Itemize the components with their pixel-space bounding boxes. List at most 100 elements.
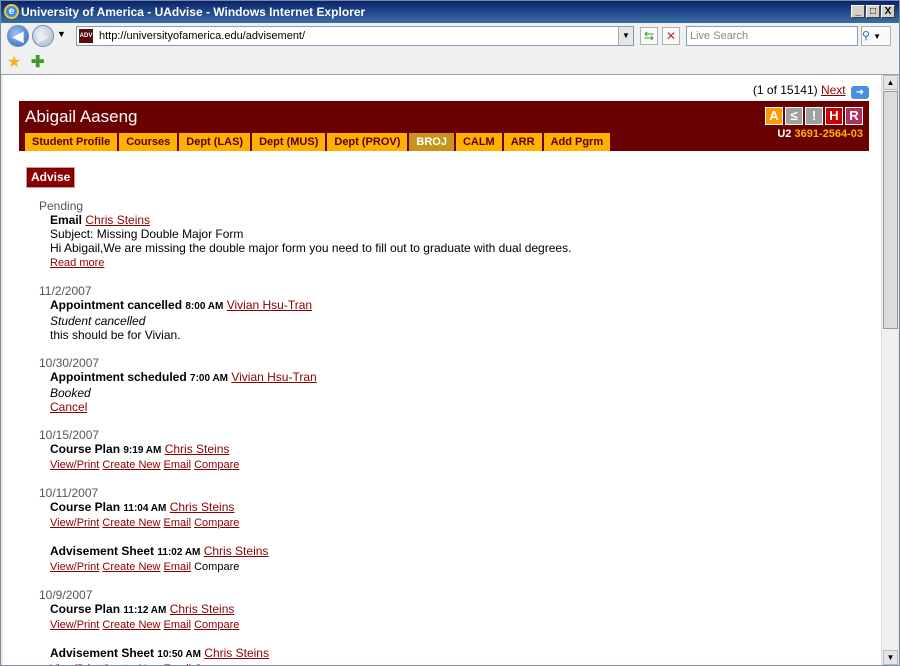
view-print-link[interactable]: View/Print	[50, 517, 99, 529]
entry-status: Student cancelled	[50, 314, 146, 328]
address-url[interactable]: http://universityofamerica.edu/advisemen…	[99, 30, 305, 42]
next-arrow-icon[interactable]: ➜	[851, 86, 869, 99]
person-link[interactable]: Chris Steins	[170, 500, 235, 514]
feed-date: 11/2/2007	[39, 284, 92, 298]
create-new-link[interactable]: Create New	[102, 561, 160, 573]
person-link[interactable]: Chris Steins	[165, 442, 230, 456]
address-dropdown-icon[interactable]: ▼	[618, 27, 633, 45]
maximize-button[interactable]: □	[866, 5, 880, 18]
create-new-link[interactable]: Create New	[102, 663, 160, 665]
student-flag-badge[interactable]: A	[765, 107, 783, 125]
tab-dept-mus[interactable]: Dept (MUS)	[252, 133, 326, 151]
feed-date: 10/30/2007	[39, 356, 100, 370]
window-title: University of America - UAdvise - Window…	[21, 5, 366, 19]
student-flags: A ≤! H R	[763, 107, 863, 125]
email-link[interactable]: Email	[164, 459, 192, 471]
history-dropdown-icon[interactable]: ▼	[57, 29, 66, 39]
entry-actions: View/Print Create New Email Compare	[50, 560, 869, 574]
entry-status: Booked	[50, 386, 91, 400]
scroll-down-icon[interactable]: ▼	[883, 650, 898, 665]
student-id-prefix: U2	[777, 128, 792, 140]
view-print-link[interactable]: View/Print	[50, 459, 99, 471]
entry-actions: View/Print Create New Email Compare	[50, 662, 869, 665]
scroll-thumb[interactable]	[883, 91, 898, 329]
vertical-scrollbar[interactable]: ▲ ▼	[881, 75, 898, 665]
search-dropdown-icon[interactable]: ▼	[873, 32, 881, 41]
advise-button[interactable]: Advise	[25, 167, 76, 188]
compare-label: Compare	[194, 561, 240, 573]
entry-title: Course Plan	[50, 500, 121, 514]
tab-student-profile[interactable]: Student Profile	[25, 133, 118, 151]
compare-link[interactable]: Compare	[194, 517, 239, 529]
entry-time: 8:00 AM	[185, 301, 224, 312]
tab-courses[interactable]: Courses	[119, 133, 178, 151]
person-link[interactable]: Vivian Hsu-Tran	[227, 298, 312, 312]
entry-actions: View/Print Create New Email Compare	[50, 618, 869, 632]
pager-count: (1 of 15141)	[752, 83, 818, 97]
student-flag-badge[interactable]: R	[845, 107, 863, 125]
person-link[interactable]: Chris Steins	[204, 544, 269, 558]
entry-time: 11:12 AM	[123, 605, 167, 616]
person-link[interactable]: Vivian Hsu-Tran	[231, 370, 316, 384]
tab-dept-prov[interactable]: Dept (PROV)	[327, 133, 408, 151]
student-flag-badge[interactable]: ≤	[785, 107, 803, 125]
site-favicon-icon: ADV	[79, 29, 93, 43]
person-link[interactable]: Chris Steins	[170, 602, 235, 616]
forward-button[interactable]: ▶	[32, 25, 54, 47]
favorites-star-icon[interactable]: ★	[7, 52, 21, 72]
entry-time: 11:02 AM	[157, 547, 201, 558]
tab-calm[interactable]: CALM	[455, 133, 502, 151]
create-new-link[interactable]: Create New	[102, 459, 160, 471]
create-new-link[interactable]: Create New	[102, 517, 160, 529]
person-link[interactable]: Chris Steins	[85, 213, 150, 227]
minimize-button[interactable]: _	[851, 5, 865, 18]
search-icon: ⚲	[862, 30, 871, 42]
entry-actions: View/Print Create New Email Compare	[50, 458, 869, 472]
feed-entry: Email Chris Steins Subject: Missing Doub…	[50, 213, 869, 270]
entry-time: 9:19 AM	[123, 445, 162, 456]
next-link[interactable]: Next	[821, 83, 846, 97]
tab-arr[interactable]: ARR	[503, 133, 542, 151]
feed-date: 10/15/2007	[39, 428, 100, 442]
entry-title: Advisement Sheet	[50, 544, 155, 558]
feed-entry: Course Plan 9:19 AM Chris Steins View/Pr…	[50, 442, 869, 472]
student-flag-badge[interactable]: H	[825, 107, 843, 125]
read-more-link[interactable]: Read more	[50, 257, 104, 269]
compare-label: Compare	[194, 663, 239, 665]
stop-icon[interactable]: ✕	[662, 27, 680, 45]
view-print-link[interactable]: View/Print	[50, 663, 99, 665]
email-link[interactable]: Email	[164, 663, 192, 665]
compare-link[interactable]: Compare	[194, 459, 239, 471]
entry-time: 10:50 AM	[157, 649, 201, 660]
email-link[interactable]: Email	[164, 517, 192, 529]
feed-entry: Appointment scheduled 7:00 AM Vivian Hsu…	[50, 370, 869, 414]
tab-broj[interactable]: BROJ	[409, 133, 454, 151]
back-button[interactable]: ◀	[7, 25, 29, 47]
tab-dept-las[interactable]: Dept (LAS)	[179, 133, 251, 151]
student-header: Abigail Aaseng A ≤! H R U2 3691-2564-03 Stu…	[19, 101, 869, 151]
close-button[interactable]: X	[881, 5, 895, 18]
cancel-appointment-link[interactable]: Cancel	[50, 400, 87, 414]
person-link[interactable]: Chris Steins	[204, 646, 269, 660]
search-button[interactable]: ⚲ ▼	[861, 26, 891, 46]
view-print-link[interactable]: View/Print	[50, 561, 99, 573]
scroll-up-icon[interactable]: ▲	[883, 75, 898, 90]
entry-time: 11:04 AM	[123, 503, 167, 514]
email-link[interactable]: Email	[164, 619, 192, 631]
view-print-link[interactable]: View/Print	[50, 619, 99, 631]
compare-link[interactable]: Compare	[194, 619, 239, 631]
entry-title: Course Plan	[50, 602, 121, 616]
tab-add-pgrm[interactable]: Add Pgrm	[543, 133, 611, 151]
email-link[interactable]: Email	[164, 561, 192, 573]
entry-title: Appointment scheduled	[50, 370, 187, 384]
refresh-icon[interactable]: ⇆	[640, 27, 658, 45]
student-flag-badge[interactable]: !	[805, 107, 823, 125]
browser-window: e University of America - UAdvise - Wind…	[0, 0, 900, 666]
add-favorite-icon[interactable]: ✚	[31, 52, 44, 72]
entry-title: Email	[50, 213, 83, 227]
search-input[interactable]: Live Search	[686, 26, 858, 46]
address-bar[interactable]: ADV http://universityofamerica.edu/advis…	[76, 26, 634, 46]
feed-date: 10/11/2007	[39, 486, 99, 500]
tab-bar: Student Profile Courses Dept (LAS) Dept …	[25, 133, 612, 151]
create-new-link[interactable]: Create New	[102, 619, 160, 631]
